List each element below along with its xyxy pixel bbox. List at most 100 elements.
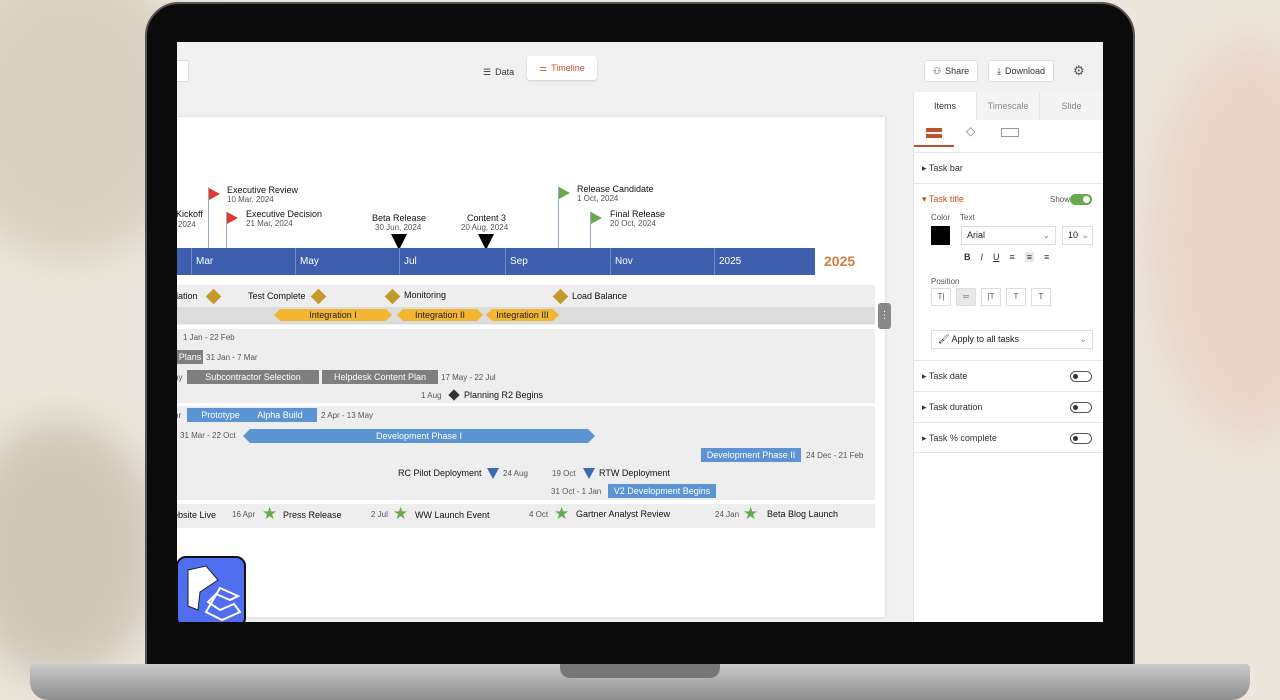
tab-slide[interactable]: Slide bbox=[1040, 92, 1103, 120]
milestone-title: RC Pilot Deployment bbox=[398, 468, 482, 478]
star-icon[interactable]: ★ bbox=[554, 504, 569, 524]
star-title: WW Launch Event bbox=[415, 510, 490, 520]
task-date: pr bbox=[177, 411, 182, 420]
task-pct-toggle[interactable] bbox=[1070, 433, 1092, 444]
active-indicator bbox=[914, 145, 954, 147]
milestone-title: t Kickoff bbox=[177, 209, 203, 219]
flag-icon bbox=[559, 187, 570, 199]
milestone-title: Beta Release bbox=[372, 213, 427, 223]
diamond-label: Monitoring bbox=[404, 290, 447, 300]
diamond-icon[interactable]: ◇ bbox=[966, 124, 975, 138]
align-center-icon[interactable]: ≡ bbox=[1024, 252, 1035, 262]
star-icon[interactable]: ★ bbox=[262, 504, 277, 524]
brush-icon: 🖌 bbox=[938, 334, 950, 344]
milestone-date: 1 Oct, 2024 bbox=[577, 194, 619, 203]
scale-label: Mar bbox=[191, 248, 213, 275]
section-task-date[interactable]: ▸ Task date bbox=[914, 360, 1103, 391]
flag-icon bbox=[227, 212, 238, 224]
milestone-title: Executive Decision bbox=[246, 209, 323, 219]
diamond-label: Load Balance bbox=[572, 291, 628, 301]
section-task-duration[interactable]: ▸ Task duration bbox=[914, 391, 1103, 422]
align-left-icon[interactable]: ≡ bbox=[1010, 252, 1015, 262]
swimlane-icon[interactable] bbox=[1001, 128, 1019, 137]
underline-button[interactable]: U bbox=[993, 252, 1000, 262]
laptop-notch bbox=[560, 664, 720, 678]
integration-bar[interactable]: Integration II bbox=[397, 309, 483, 321]
task-date: 31 Jan - 7 Mar bbox=[206, 353, 258, 362]
section-task-pct[interactable]: ▸ Task % complete bbox=[914, 422, 1103, 453]
task-bar[interactable]: Plans bbox=[177, 350, 203, 364]
color-swatch[interactable] bbox=[931, 226, 950, 245]
star-date: 24 Jan bbox=[715, 510, 740, 519]
section-label: Task title bbox=[928, 194, 964, 204]
font-select[interactable]: Arial ⌄ bbox=[961, 226, 1056, 245]
section-label: Task % complete bbox=[928, 433, 997, 443]
task-label: Prototype bbox=[201, 410, 240, 420]
task-bar[interactable]: Development Phase II bbox=[701, 448, 801, 462]
star-date: 4 Oct bbox=[529, 510, 549, 519]
section-task-title[interactable]: ▾ Task title Show bbox=[914, 183, 1103, 214]
integration-bar-selected[interactable]: Integration III bbox=[486, 309, 559, 321]
integration-bar[interactable]: Integration I bbox=[274, 309, 392, 321]
position-center-icon[interactable]: ═ bbox=[956, 288, 976, 306]
share-button[interactable]: ⚇ Share bbox=[924, 60, 979, 82]
drag-handle[interactable]: ⋮ bbox=[878, 303, 891, 329]
star-date: 2 Jul bbox=[371, 510, 388, 519]
apply-all-select[interactable]: 🖌 Apply to all tasks ⌄ bbox=[931, 330, 1093, 349]
star-icon[interactable]: ★ bbox=[743, 504, 758, 524]
task-bar[interactable]: Development Phase I bbox=[243, 429, 595, 443]
italic-button[interactable]: I bbox=[981, 252, 984, 262]
show-toggle[interactable] bbox=[1070, 194, 1092, 205]
tab-items[interactable]: Items bbox=[914, 92, 977, 120]
timeline-icon: ⚌ bbox=[539, 62, 548, 73]
milestone-date: 24 Aug bbox=[503, 469, 528, 478]
task-date: 2 Apr - 13 May bbox=[321, 411, 374, 420]
position-left-icon[interactable]: T| bbox=[931, 288, 951, 306]
share-icon: ⚇ bbox=[933, 65, 942, 76]
year-label: 2025 bbox=[824, 253, 856, 269]
task-date: ay bbox=[177, 373, 183, 382]
task-date: 31 Oct - 1 Jan bbox=[551, 487, 602, 496]
chevron-down-icon: ⌄ bbox=[1042, 230, 1050, 240]
position-above-icon[interactable]: T bbox=[1006, 288, 1026, 306]
task-bar[interactable]: V2 Development Begins bbox=[608, 484, 716, 498]
tab-timescale[interactable]: Timescale bbox=[977, 92, 1040, 120]
show-label: Show bbox=[1049, 195, 1070, 204]
gear-icon[interactable]: ⚙ bbox=[1073, 63, 1085, 79]
milestone-date: 1 Aug bbox=[421, 391, 442, 400]
size-select[interactable]: 10 ⌄ bbox=[1062, 226, 1093, 245]
position-right-icon[interactable]: |T bbox=[981, 288, 1001, 306]
milestone-title: Content 3 bbox=[467, 213, 507, 223]
apply-label: Apply to all tasks bbox=[951, 334, 1019, 344]
left-button[interactable] bbox=[177, 60, 189, 82]
task-bar-icon[interactable] bbox=[926, 128, 942, 138]
milestone-date: 21 Mar, 2024 bbox=[246, 219, 293, 228]
milestone-title: RTW Deployment bbox=[599, 468, 670, 478]
bold-button[interactable]: B bbox=[964, 252, 971, 262]
task-bar[interactable]: Subcontractor Selection bbox=[187, 370, 319, 384]
triangle-marker-icon[interactable] bbox=[487, 468, 499, 479]
section-task-bar[interactable]: ▸ Task bar bbox=[914, 152, 1103, 183]
align-right-icon[interactable]: ≡ bbox=[1044, 252, 1049, 262]
scale-label: 2025 bbox=[714, 248, 741, 275]
milestone-title: Planning R2 Begins bbox=[464, 390, 544, 400]
task-bar[interactable]: Helpdesk Content Plan bbox=[322, 370, 438, 384]
tab-timeline[interactable]: ⚌ Timeline bbox=[527, 56, 597, 80]
triangle-marker-icon[interactable] bbox=[583, 468, 595, 479]
star-icon[interactable]: ★ bbox=[393, 504, 408, 524]
milestone-date: 19 Oct bbox=[552, 469, 576, 478]
milestone-date: 20 Oct, 2024 bbox=[610, 219, 656, 228]
task-duration-toggle[interactable] bbox=[1070, 402, 1092, 413]
task-bar[interactable]: Prototype Alpha Build bbox=[187, 408, 317, 422]
section-label: Task bar bbox=[928, 163, 963, 173]
scale-label: May bbox=[295, 248, 319, 275]
tab-data[interactable]: ☰ Data bbox=[483, 62, 514, 82]
position-below-icon[interactable]: T bbox=[1031, 288, 1051, 306]
list-icon: ☰ bbox=[483, 66, 492, 77]
download-button[interactable]: ⤓ Download bbox=[988, 60, 1055, 82]
position-label: Position bbox=[931, 277, 960, 286]
timescale-bar[interactable]: Mar May Jul Sep Nov 2025 bbox=[177, 248, 815, 275]
size-value: 10 bbox=[1068, 230, 1079, 240]
diamond-label: dation bbox=[177, 291, 198, 301]
task-date-toggle[interactable] bbox=[1070, 371, 1092, 382]
